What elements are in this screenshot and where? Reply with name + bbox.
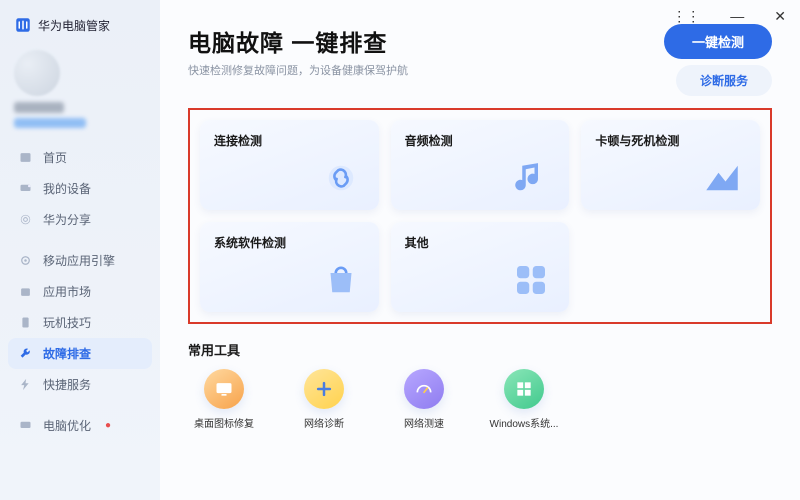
- tips-icon: [18, 315, 33, 330]
- store-icon: [18, 284, 33, 299]
- diagnostic-service-button[interactable]: 诊断服务: [676, 65, 772, 96]
- optimize-icon: [18, 418, 33, 433]
- tool-desktop-repair[interactable]: 桌面图标修复: [188, 369, 260, 430]
- chart-icon: [700, 156, 744, 200]
- sidebar: 华为电脑管家 首页 我的设备 华为分享 移动应用引擎: [0, 0, 160, 500]
- header-left: 电脑故障 一键排查 快速检测修复故障问题，为设备健康保驾护航: [188, 24, 408, 78]
- music-icon: [509, 156, 553, 200]
- tools-row: 桌面图标修复 网络诊断 网络测速: [188, 369, 772, 430]
- bolt-icon: [18, 377, 33, 392]
- avatar: [14, 50, 60, 96]
- highlighted-card-area: 连接检测 音频检测 卡顿与死机检测: [188, 108, 772, 324]
- sidebar-item-label: 我的设备: [43, 180, 91, 197]
- app-logo-icon: [14, 16, 32, 34]
- sidebar-item-quick[interactable]: 快捷服务: [8, 369, 152, 400]
- plus-icon: [304, 369, 344, 409]
- page-subtitle: 快速检测修复故障问题，为设备健康保驾护航: [188, 62, 408, 78]
- sidebar-item-label: 华为分享: [43, 211, 91, 228]
- main-content: 电脑故障 一键排查 快速检测修复故障问题，为设备健康保驾护航 一键检测 诊断服务…: [160, 0, 800, 500]
- card-title: 系统软件检测: [214, 234, 365, 251]
- tool-label: Windows系统...: [490, 415, 559, 430]
- sidebar-item-label: 移动应用引擎: [43, 252, 115, 269]
- card-title: 音频检测: [405, 132, 556, 149]
- sidebar-item-optimize[interactable]: 电脑优化 ●: [8, 410, 152, 441]
- app-title: 华为电脑管家: [38, 17, 110, 34]
- sidebar-item-label: 应用市场: [43, 283, 91, 300]
- sidebar-item-store[interactable]: 应用市场: [8, 276, 152, 307]
- sidebar-item-label: 玩机技巧: [43, 314, 91, 331]
- sidebar-item-label: 电脑优化: [43, 417, 91, 434]
- gauge-icon: [404, 369, 444, 409]
- windows-icon: [504, 369, 544, 409]
- sidebar-item-device[interactable]: 我的设备: [8, 173, 152, 204]
- link-icon: [319, 156, 363, 200]
- sidebar-item-label: 首页: [43, 149, 67, 166]
- tool-label: 网络诊断: [304, 415, 344, 430]
- tool-label: 网络测速: [404, 415, 444, 430]
- tools-header: 常用工具: [188, 340, 772, 359]
- sidebar-item-home[interactable]: 首页: [8, 142, 152, 173]
- sidebar-item-troubleshoot[interactable]: 故障排查: [8, 338, 152, 369]
- share-icon: [18, 212, 33, 227]
- header-buttons: 一键检测 诊断服务: [664, 24, 772, 96]
- sidebar-item-mobile[interactable]: 移动应用引擎: [8, 245, 152, 276]
- card-freeze[interactable]: 卡顿与死机检测: [581, 120, 760, 210]
- tool-network-speed[interactable]: 网络测速: [388, 369, 460, 430]
- mobile-icon: [18, 253, 33, 268]
- card-grid: 连接检测 音频检测 卡顿与死机检测: [200, 120, 760, 312]
- sidebar-item-label: 快捷服务: [43, 376, 91, 393]
- close-icon[interactable]: ✕: [768, 4, 792, 29]
- tool-network-diagnosis[interactable]: 网络诊断: [288, 369, 360, 430]
- user-info-placeholder: [14, 118, 86, 128]
- desktop-icon: [204, 369, 244, 409]
- card-system-software[interactable]: 系统软件检测: [200, 222, 379, 312]
- card-audio[interactable]: 音频检测: [391, 120, 570, 210]
- nav-section: 首页 我的设备 华为分享 移动应用引擎 应用市场 玩机技巧: [8, 142, 152, 441]
- grid-icon: [509, 258, 553, 302]
- sidebar-item-label: 故障排查: [43, 345, 91, 362]
- sidebar-item-tips[interactable]: 玩机技巧: [8, 307, 152, 338]
- one-click-scan-button[interactable]: 一键检测: [664, 24, 772, 59]
- bag-icon: [319, 258, 363, 302]
- tools-section: 常用工具 桌面图标修复 网络诊断: [188, 340, 772, 430]
- tool-label: 桌面图标修复: [194, 415, 254, 430]
- tool-windows-system[interactable]: Windows系统...: [488, 369, 560, 430]
- device-icon: [18, 181, 33, 196]
- wrench-icon: [18, 346, 33, 361]
- user-name-placeholder: [14, 102, 64, 113]
- page-title: 电脑故障 一键排查: [188, 24, 408, 58]
- minimize-icon[interactable]: —: [724, 4, 750, 29]
- notification-dot-icon: ●: [105, 420, 111, 431]
- sidebar-item-share[interactable]: 华为分享: [8, 204, 152, 235]
- home-icon: [18, 150, 33, 165]
- user-block[interactable]: [8, 44, 152, 130]
- card-title: 连接检测: [214, 132, 365, 149]
- card-title: 卡顿与死机检测: [595, 132, 746, 149]
- app-title-row: 华为电脑管家: [8, 14, 152, 44]
- app-root: 华为电脑管家 首页 我的设备 华为分享 移动应用引擎: [0, 0, 800, 500]
- card-other[interactable]: 其他: [391, 222, 570, 312]
- card-title: 其他: [405, 234, 556, 251]
- card-connection[interactable]: 连接检测: [200, 120, 379, 210]
- page-header: 电脑故障 一键排查 快速检测修复故障问题，为设备健康保驾护航 一键检测 诊断服务: [188, 24, 772, 96]
- window-controls: ⋮⋮ — ✕: [666, 4, 792, 29]
- more-icon[interactable]: ⋮⋮: [666, 4, 706, 29]
